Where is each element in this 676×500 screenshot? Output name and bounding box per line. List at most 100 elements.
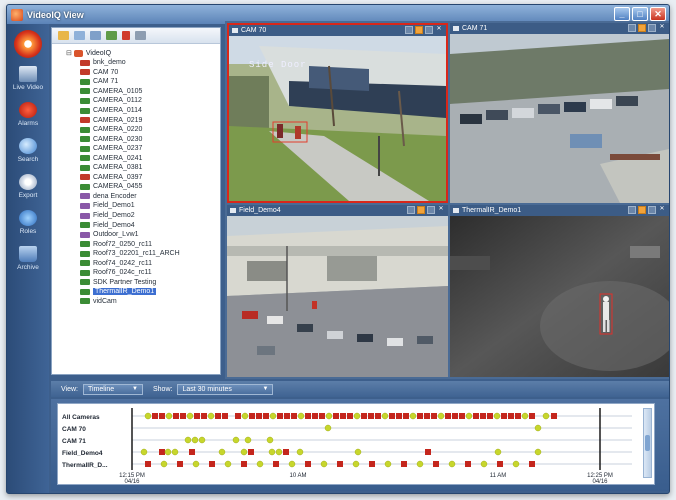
- tree-item[interactable]: dena Encoder: [66, 192, 220, 202]
- timeline-events[interactable]: All Cameras CAM 70 CAM 71 Field_Demo4 Therma…: [58, 404, 638, 484]
- video-feed[interactable]: [227, 216, 448, 377]
- motion-event-marker[interactable]: [493, 412, 501, 420]
- alarm-event-marker[interactable]: [277, 413, 283, 419]
- delete-icon[interactable]: [122, 31, 130, 40]
- tree-item[interactable]: Roof76_024c_rc11: [66, 268, 220, 278]
- alarm-event-marker[interactable]: [417, 413, 423, 419]
- alarm-event-marker[interactable]: [284, 413, 290, 419]
- alarm-event-marker[interactable]: [248, 449, 254, 455]
- motion-event-marker[interactable]: [144, 412, 152, 420]
- motion-event-marker[interactable]: [521, 412, 529, 420]
- motion-event-marker[interactable]: [164, 448, 172, 456]
- tree-item[interactable]: Outdoor_Lvw1: [66, 230, 220, 240]
- motion-event-marker[interactable]: [512, 460, 520, 468]
- alarm-event-marker[interactable]: [401, 461, 407, 467]
- alarm-event-marker[interactable]: [465, 461, 471, 467]
- alarm-event-marker[interactable]: [312, 413, 318, 419]
- close-tile-button[interactable]: ✕: [658, 24, 666, 32]
- alarm-event-marker[interactable]: [452, 413, 458, 419]
- alarm-event-marker[interactable]: [194, 413, 200, 419]
- scrollbar-thumb[interactable]: [645, 435, 650, 451]
- alarm-event-marker[interactable]: [347, 413, 353, 419]
- alarm-event-marker[interactable]: [389, 413, 395, 419]
- close-tile-button[interactable]: ✕: [658, 206, 666, 214]
- alarm-event-marker[interactable]: [459, 413, 465, 419]
- alarm-event-marker[interactable]: [305, 413, 311, 419]
- tree-item[interactable]: Roof74_0242_rc11: [66, 258, 220, 268]
- motion-event-marker[interactable]: [494, 448, 502, 456]
- add-camera-icon[interactable]: [74, 31, 85, 40]
- motion-event-marker[interactable]: [218, 448, 226, 456]
- tree-item[interactable]: Roof73_02201_rc11_ARCH: [66, 249, 220, 259]
- alarm-event-marker[interactable]: [501, 413, 507, 419]
- tree-item[interactable]: CAMERA_0219: [66, 115, 220, 125]
- snapshot-button[interactable]: [405, 26, 413, 34]
- record-button[interactable]: [415, 26, 423, 34]
- motion-event-marker[interactable]: [207, 412, 215, 420]
- motion-event-marker[interactable]: [275, 448, 283, 456]
- nav-alarms[interactable]: Alarms: [7, 102, 49, 138]
- alarm-event-marker[interactable]: [177, 461, 183, 467]
- alarm-event-marker[interactable]: [445, 413, 451, 419]
- alarm-event-marker[interactable]: [497, 461, 503, 467]
- tree-item[interactable]: Field_Demo1: [66, 201, 220, 211]
- alarm-event-marker[interactable]: [215, 413, 221, 419]
- maximize-tile-button[interactable]: [425, 26, 433, 34]
- record-button[interactable]: [417, 206, 425, 214]
- alarm-event-marker[interactable]: [529, 413, 535, 419]
- view-dropdown[interactable]: Timeline ▼: [83, 383, 143, 395]
- maximize-tile-button[interactable]: [648, 206, 656, 214]
- motion-event-marker[interactable]: [542, 412, 550, 420]
- motion-event-marker[interactable]: [240, 448, 248, 456]
- motion-event-marker[interactable]: [256, 460, 264, 468]
- motion-event-marker[interactable]: [437, 412, 445, 420]
- motion-event-marker[interactable]: [171, 448, 179, 456]
- alarm-event-marker[interactable]: [305, 461, 311, 467]
- alarm-event-marker[interactable]: [424, 413, 430, 419]
- video-tile-cam71[interactable]: CAM 71 ✕: [450, 23, 669, 203]
- alarm-event-marker[interactable]: [515, 413, 521, 419]
- motion-event-marker[interactable]: [244, 436, 252, 444]
- tree-item[interactable]: Field_Demo4: [66, 220, 220, 230]
- snapshot-button[interactable]: [407, 206, 415, 214]
- tree-item[interactable]: CAMERA_0105: [66, 87, 220, 97]
- alarm-event-marker[interactable]: [319, 413, 325, 419]
- alarm-event-marker[interactable]: [283, 449, 289, 455]
- alarm-event-marker[interactable]: [152, 413, 158, 419]
- alarm-event-marker[interactable]: [551, 413, 557, 419]
- edit-icon[interactable]: [90, 31, 101, 40]
- tree-item[interactable]: CAMERA_0112: [66, 96, 220, 106]
- motion-event-marker[interactable]: [325, 412, 333, 420]
- alarm-event-marker[interactable]: [235, 413, 241, 419]
- video-feed[interactable]: [450, 34, 669, 203]
- alarm-event-marker[interactable]: [189, 449, 195, 455]
- motion-event-marker[interactable]: [184, 436, 192, 444]
- alarm-event-marker[interactable]: [368, 413, 374, 419]
- motion-event-marker[interactable]: [354, 448, 362, 456]
- motion-event-marker[interactable]: [320, 460, 328, 468]
- motion-event-marker[interactable]: [266, 436, 274, 444]
- alarm-event-marker[interactable]: [529, 461, 535, 467]
- alarm-event-marker[interactable]: [369, 461, 375, 467]
- alarm-event-marker[interactable]: [145, 461, 151, 467]
- alarm-event-marker[interactable]: [201, 413, 207, 419]
- alarm-event-marker[interactable]: [209, 461, 215, 467]
- tree-item[interactable]: CAMERA_0397: [66, 173, 220, 183]
- motion-event-marker[interactable]: [296, 448, 304, 456]
- alarm-event-marker[interactable]: [403, 413, 409, 419]
- maximize-tile-button[interactable]: [427, 206, 435, 214]
- close-tile-button[interactable]: ✕: [437, 206, 445, 214]
- timeline-panel[interactable]: All Cameras CAM 70 CAM 71 Field_Demo4 Therma…: [57, 403, 655, 485]
- tree-item[interactable]: CAM 70: [66, 68, 220, 78]
- alarm-event-marker[interactable]: [263, 413, 269, 419]
- motion-event-marker[interactable]: [241, 412, 249, 420]
- tree-item[interactable]: SDK Partner Testing: [66, 278, 220, 288]
- alarm-event-marker[interactable]: [291, 413, 297, 419]
- record-button[interactable]: [638, 206, 646, 214]
- motion-event-marker[interactable]: [192, 460, 200, 468]
- motion-event-marker[interactable]: [160, 460, 168, 468]
- properties-icon[interactable]: [135, 31, 146, 40]
- tree-item[interactable]: ThermalIR_Demo1: [66, 287, 220, 297]
- tree-item[interactable]: CAM 71: [66, 77, 220, 87]
- tree-item[interactable]: bnk_demo: [66, 58, 220, 68]
